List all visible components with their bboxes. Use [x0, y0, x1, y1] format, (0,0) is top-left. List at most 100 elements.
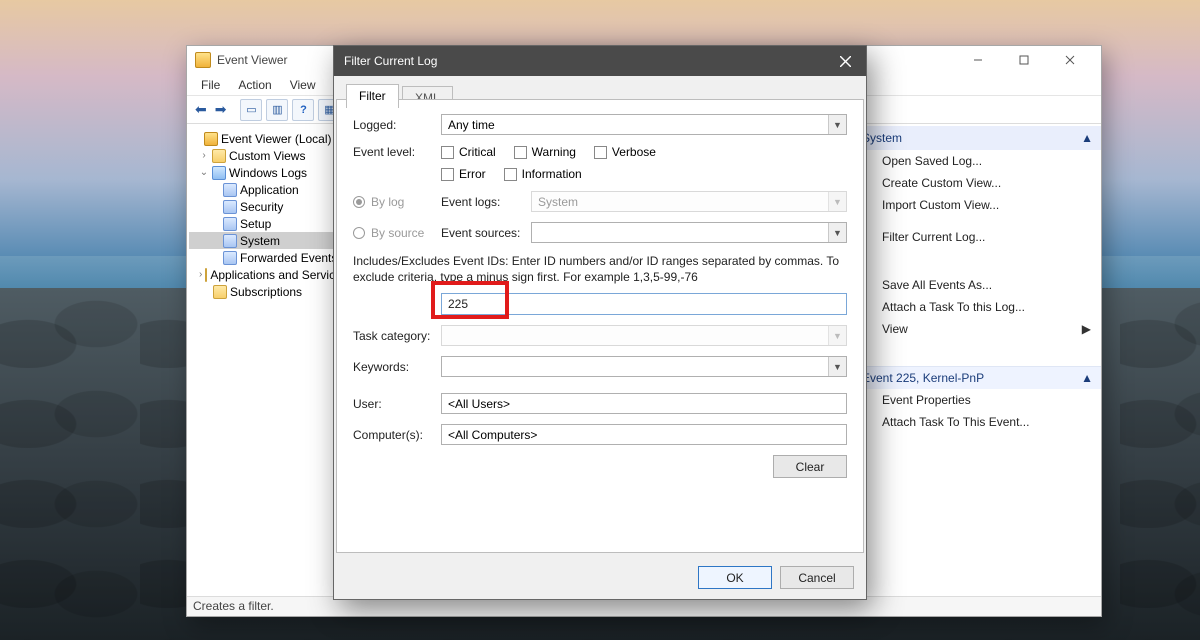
menu-action[interactable]: Action [230, 76, 279, 94]
menu-view[interactable]: View [282, 76, 324, 94]
tree-label: Applications and Services Logs [210, 268, 347, 282]
actions-header-label: System [862, 131, 902, 145]
tree-log-setup[interactable]: Setup [189, 215, 344, 232]
tab-filter[interactable]: Filter [346, 84, 399, 108]
actions-separator [854, 248, 1101, 258]
event-logs-value: System [532, 195, 828, 209]
include-exclude-description: Includes/Excludes Event IDs: Enter ID nu… [353, 253, 847, 285]
checkbox-error[interactable]: Error [441, 167, 486, 181]
radio-label: By source [371, 226, 424, 240]
window-close-button[interactable] [1047, 46, 1093, 74]
tree-windows-logs[interactable]: ⌄Windows Logs [189, 164, 344, 181]
tree-label: Forwarded Events [240, 251, 337, 265]
action-event-properties[interactable]: Event Properties [854, 389, 1101, 411]
task-category-dropdown: ▼ [441, 325, 847, 346]
filter-dialog: Filter Current Log Filter XML Logged: An… [333, 45, 867, 600]
label-keywords: Keywords: [353, 360, 441, 374]
tree-subscriptions[interactable]: Subscriptions [189, 283, 344, 300]
action-view-submenu[interactable]: View ▶ [854, 318, 1101, 340]
tree-root-label: Event Viewer (Local) [221, 132, 332, 146]
action-import-custom-view[interactable]: Import Custom View... [854, 194, 1101, 216]
checkbox-information[interactable]: Information [504, 167, 582, 181]
collapse-icon: ▲ [1081, 371, 1093, 385]
logged-dropdown[interactable]: Any time ▼ [441, 114, 847, 135]
tree-label: Security [240, 200, 283, 214]
minimize-button[interactable] [955, 46, 1001, 74]
label-event-sources: Event sources: [441, 226, 531, 240]
event-viewer-icon [195, 52, 211, 68]
checkbox-label: Error [459, 167, 486, 181]
tree-label: Windows Logs [229, 166, 307, 180]
label-event-logs: Event logs: [441, 195, 531, 209]
actions-separator [854, 266, 1101, 274]
nav-forward-button[interactable]: ➡ [213, 101, 229, 118]
label-logged: Logged: [353, 118, 441, 132]
logged-value: Any time [442, 118, 828, 132]
checkbox-critical[interactable]: Critical [441, 145, 496, 159]
menu-file[interactable]: File [193, 76, 228, 94]
tree-label: Custom Views [229, 149, 305, 163]
computers-input[interactable] [441, 424, 847, 445]
label-computers: Computer(s): [353, 428, 441, 442]
action-label: View [882, 322, 908, 336]
action-attach-task-event[interactable]: Attach Task To This Event... [854, 411, 1101, 433]
actions-panel: System ▲ Open Saved Log... Create Custom… [853, 126, 1101, 596]
chevron-down-icon: ▼ [828, 115, 846, 134]
label-task-category: Task category: [353, 329, 441, 343]
maximize-button[interactable] [1001, 46, 1047, 74]
action-attach-task-log[interactable]: Attach a Task To this Log... [854, 296, 1101, 318]
tree-label: Application [240, 183, 299, 197]
event-sources-dropdown[interactable]: ▼ [531, 222, 847, 243]
tree-log-forwarded[interactable]: Forwarded Events [189, 249, 344, 266]
user-input[interactable] [441, 393, 847, 414]
tree-root[interactable]: Event Viewer (Local) [189, 130, 344, 147]
keywords-dropdown[interactable]: ▼ [441, 356, 847, 377]
navigation-tree[interactable]: Event Viewer (Local) ›Custom Views ⌄Wind… [187, 126, 347, 596]
radio-by-source: By source [353, 226, 441, 240]
dialog-title: Filter Current Log [344, 54, 824, 68]
actions-separator [854, 340, 1101, 366]
label-user: User: [353, 397, 441, 411]
actions-event-label: Event 225, Kernel-PnP [862, 371, 984, 385]
checkbox-label: Information [522, 167, 582, 181]
chevron-right-icon: ▶ [1082, 322, 1091, 336]
label-event-level: Event level: [353, 145, 441, 159]
actions-header-system[interactable]: System ▲ [854, 126, 1101, 150]
clear-button[interactable]: Clear [773, 455, 847, 478]
chevron-down-icon: ▼ [828, 192, 846, 211]
toolbar-help-button[interactable]: ? [292, 99, 314, 121]
dialog-titlebar: Filter Current Log [334, 46, 866, 76]
checkbox-label: Warning [532, 145, 576, 159]
filter-tab-pane: Logged: Any time ▼ Event level: Critical… [336, 99, 864, 553]
tree-label: Setup [240, 217, 271, 231]
chevron-down-icon: ▼ [828, 357, 846, 376]
event-id-input[interactable] [441, 293, 847, 315]
tree-log-system[interactable]: System [189, 232, 344, 249]
actions-separator [854, 216, 1101, 226]
checkbox-verbose[interactable]: Verbose [594, 145, 656, 159]
tree-label: System [240, 234, 280, 248]
ok-button[interactable]: OK [698, 566, 772, 589]
checkbox-label: Critical [459, 145, 496, 159]
radio-label: By log [371, 195, 404, 209]
actions-header-event[interactable]: Event 225, Kernel-PnP ▲ [854, 366, 1101, 389]
tree-apps-services[interactable]: ›Applications and Services Logs [189, 266, 344, 283]
action-create-custom-view[interactable]: Create Custom View... [854, 172, 1101, 194]
tree-custom-views[interactable]: ›Custom Views [189, 147, 344, 164]
toolbar-button-2[interactable]: ▥ [266, 99, 288, 121]
tree-log-security[interactable]: Security [189, 198, 344, 215]
checkbox-label: Verbose [612, 145, 656, 159]
action-save-all-events[interactable]: Save All Events As... [854, 274, 1101, 296]
checkbox-warning[interactable]: Warning [514, 145, 576, 159]
action-filter-current-log[interactable]: Filter Current Log... [854, 226, 1101, 248]
chevron-down-icon: ▼ [828, 223, 846, 242]
dialog-close-button[interactable] [824, 46, 866, 76]
tree-log-application[interactable]: Application [189, 181, 344, 198]
radio-by-log: By log [353, 195, 441, 209]
chevron-down-icon: ▼ [828, 326, 846, 345]
toolbar-button-1[interactable]: ▭ [240, 99, 262, 121]
event-logs-dropdown: System ▼ [531, 191, 847, 212]
action-open-saved-log[interactable]: Open Saved Log... [854, 150, 1101, 172]
nav-back-button[interactable]: ⬅ [193, 101, 209, 118]
cancel-button[interactable]: Cancel [780, 566, 854, 589]
